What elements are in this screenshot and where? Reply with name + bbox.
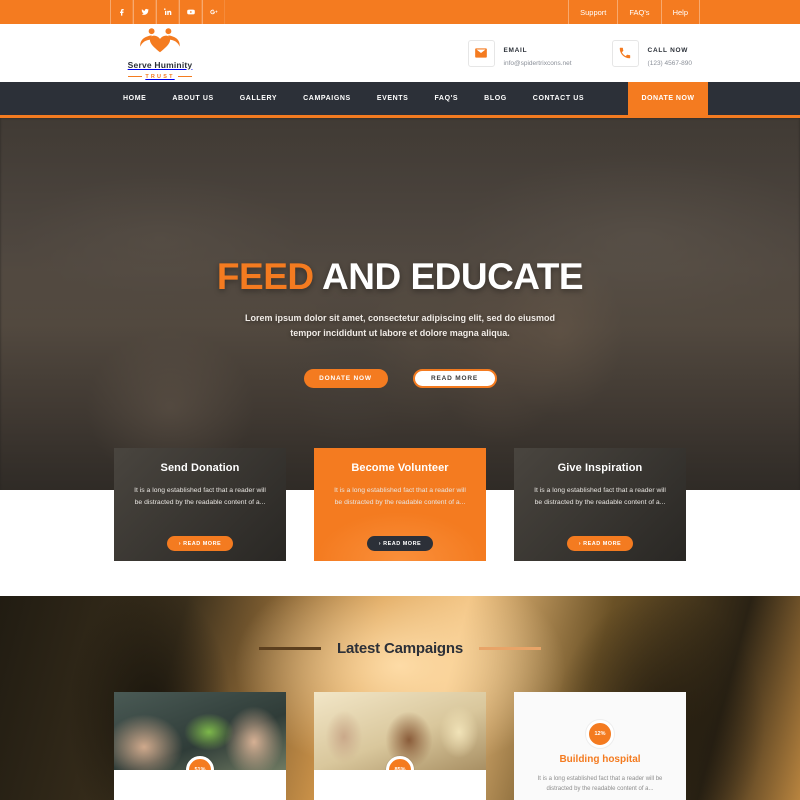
heading-rule-left [259,647,321,650]
campaign-title: Building hospital [559,754,641,765]
logo-heart-people-icon [110,27,210,55]
heading-rule-right [479,647,541,650]
youtube-icon[interactable] [179,0,202,24]
phone-icon [611,39,639,67]
header-contacts: EMAIL info@spidertrixcons.net CALL NOW (… [467,39,692,67]
campaign-progress-badge: 51% [186,756,214,770]
hero-title-accent: FEED [216,256,314,297]
header-email-text: EMAIL info@spidertrixcons.net [504,39,572,67]
site-logo[interactable]: Serve Huminity TRUST [110,27,210,80]
hero-title-rest: AND EDUCATE [313,256,584,297]
linkedin-icon[interactable] [156,0,179,24]
top-bar: Support FAQ's Help [0,0,800,24]
hero-content: FEED AND EDUCATE Lorem ipsum dolor sit a… [0,118,800,496]
feature-read-more-button[interactable]: › READ MORE [167,536,233,551]
campaign-card-1[interactable]: 51% [114,692,286,800]
nav-items: HOME ABOUT US GALLERY CAMPAIGNS EVENTS F… [110,82,597,115]
topbar-link-faqs[interactable]: FAQ's [617,0,660,24]
campaign-cards: 51% 85% 12% Building hospital It is a lo… [0,692,800,800]
facebook-icon[interactable] [110,0,133,24]
feature-read-more-button[interactable]: › READ MORE [367,536,433,551]
hero-read-more-button[interactable]: READ MORE [412,368,497,388]
feature-title: Give Inspiration [557,462,643,474]
nav-item-about-us[interactable]: ABOUT US [159,95,226,102]
nav-item-blog[interactable]: BLOG [471,95,520,102]
nav-item-events[interactable]: EVENTS [364,95,422,102]
campaign-card-2[interactable]: 85% [314,692,486,800]
campaign-thumbnail: 85% [314,692,486,770]
feature-text: It is a long established fact that a rea… [334,487,466,506]
twitter-icon[interactable] [133,0,156,24]
hero-title: FEED AND EDUCATE [216,256,584,297]
site-header: Serve Huminity TRUST EMAIL info@spidertr… [0,24,800,82]
topbar-right-pad [700,0,800,24]
social-links [110,0,225,24]
nav-item-campaigns[interactable]: CAMPAIGNS [290,95,364,102]
feature-text: It is a long established fact that a rea… [134,487,266,506]
envelope-icon [467,39,495,67]
email-label: EMAIL [503,47,528,55]
logo-rule-left [128,76,143,77]
phone-label: CALL NOW [647,47,689,55]
topbar-left-pad [0,0,110,24]
campaign-text: It is a long established fact that a rea… [537,776,663,793]
campaign-thumbnail: 51% [114,692,286,770]
hero-subtitle: Lorem ipsum dolor sit amet, consectetur … [244,313,556,338]
topbar-link-help[interactable]: Help [660,0,700,24]
campaign-card-building-hospital[interactable]: 12% Building hospital It is a long estab… [514,692,686,800]
feature-text: It is a long established fact that a rea… [534,487,666,506]
hero-donate-now-button[interactable]: DONATE NOW [303,368,388,388]
feature-cards: Send Donation It is a long established f… [0,448,800,563]
topbar-links: Support FAQ's Help [568,0,700,24]
campaigns-section-title: Latest Campaigns [337,640,463,657]
phone-value: (123) 4567-890 [647,59,692,67]
feature-card-send-donation[interactable]: Send Donation It is a long established f… [114,448,286,561]
feature-title: Send Donation [160,462,240,474]
page-root: Support FAQ's Help Serve Huminity TRUST [0,0,800,800]
hero-banner: FEED AND EDUCATE Lorem ipsum dolor sit a… [0,118,800,496]
main-nav: HOME ABOUT US GALLERY CAMPAIGNS EVENTS F… [0,82,800,118]
header-phone-text: CALL NOW (123) 4567-890 [648,39,692,67]
topbar-link-support[interactable]: Support [568,0,617,24]
campaign-progress-badge: 12% [586,720,614,748]
email-value: info@spidertrixcons.net [503,59,572,67]
feature-card-give-inspiration[interactable]: Give Inspiration It is a long establishe… [514,448,686,561]
logo-name: Serve Huminity [127,59,193,70]
header-email-block[interactable]: EMAIL info@spidertrixcons.net [467,39,572,67]
logo-rule-right [177,76,192,77]
feature-title: Become Volunteer [351,462,449,474]
nav-item-home[interactable]: HOME [110,95,159,102]
campaigns-heading-row: Latest Campaigns [0,640,800,657]
feature-card-become-volunteer[interactable]: Become Volunteer It is a long establishe… [314,448,486,561]
nav-item-contact-us[interactable]: CONTACT US [520,95,597,102]
header-phone-block[interactable]: CALL NOW (123) 4567-890 [611,39,692,67]
nav-item-faqs[interactable]: FAQ'S [421,95,471,102]
googleplus-icon[interactable] [202,0,225,24]
campaign-progress-badge: 85% [386,756,414,770]
nav-item-gallery[interactable]: GALLERY [227,95,290,102]
latest-campaigns-section: Latest Campaigns 51% 85% 12% Building ho… [0,596,800,800]
hero-buttons: DONATE NOW READ MORE [303,368,497,388]
logo-subtitle-text: TRUST [145,73,175,80]
donate-now-button[interactable]: DONATE NOW [628,82,708,115]
logo-subtitle: TRUST [110,74,210,80]
feature-read-more-button[interactable]: › READ MORE [567,536,633,551]
